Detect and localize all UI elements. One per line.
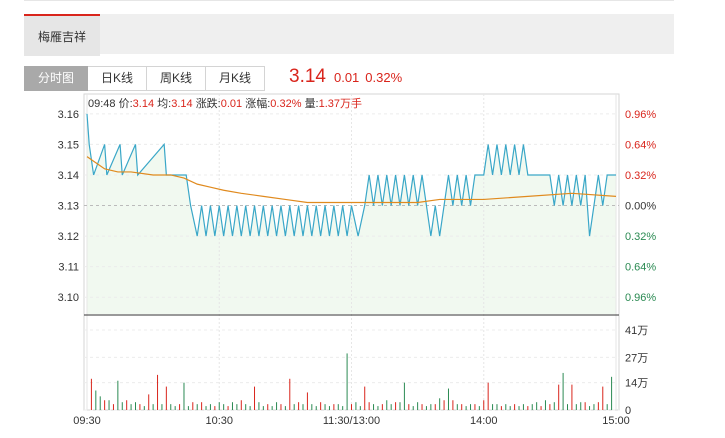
x-tick: 09:30 <box>73 415 101 427</box>
y-left-tick: 3.15 <box>58 139 79 151</box>
info-avg: 3.14 <box>171 98 193 110</box>
y-left-tick: 3.11 <box>58 262 79 274</box>
info-change: 0.01 <box>220 98 243 110</box>
y-right-tick: 0.96% <box>625 109 656 121</box>
info-change-label: 涨跌: <box>195 98 221 110</box>
x-tick: 14:00 <box>470 415 498 427</box>
vol-tick: 14万 <box>625 378 648 390</box>
y-left-tick: 3.13 <box>58 201 79 213</box>
y-left-tick: 3.12 <box>58 231 79 243</box>
y-left-tick: 3.14 <box>58 170 79 182</box>
info-time: 09:48 <box>88 98 116 110</box>
info-vol-label: 量: <box>304 98 319 110</box>
info-amp-label: 涨幅: <box>245 98 271 110</box>
vol-tick: 41万 <box>625 325 648 337</box>
intraday-chart[interactable]: 3.16 3.15 3.14 3.13 3.12 3.11 3.10 0.96% 0.64% 0.… <box>0 0 725 438</box>
y-right-tick: 0.00% <box>625 201 656 213</box>
y-left-tick: 3.10 <box>58 292 79 304</box>
y-right-tick: 0.32% <box>625 170 656 182</box>
y-right-tick: 0.64% <box>625 262 656 274</box>
x-tick: 15:00 <box>602 415 630 427</box>
info-price: 3.14 <box>132 98 155 110</box>
y-left-tick: 3.16 <box>58 109 79 121</box>
x-tick: 11:30/13:00 <box>323 415 380 427</box>
vol-tick: 27万 <box>625 352 648 364</box>
info-vol: 1.37万手 <box>318 98 363 110</box>
y-right-tick: 0.32% <box>625 231 656 243</box>
y-right-tick: 0.96% <box>625 292 656 304</box>
info-amp: 0.32% <box>270 98 302 110</box>
y-right-tick: 0.64% <box>625 139 656 151</box>
x-tick: 10:30 <box>205 415 233 427</box>
info-price-label: 价: <box>118 98 133 110</box>
crosshair-info: 09:48 价:3.14 均:3.14 涨跌:0.01 涨幅:0.32% 量:1… <box>88 95 362 111</box>
info-avg-label: 均: <box>157 98 172 110</box>
